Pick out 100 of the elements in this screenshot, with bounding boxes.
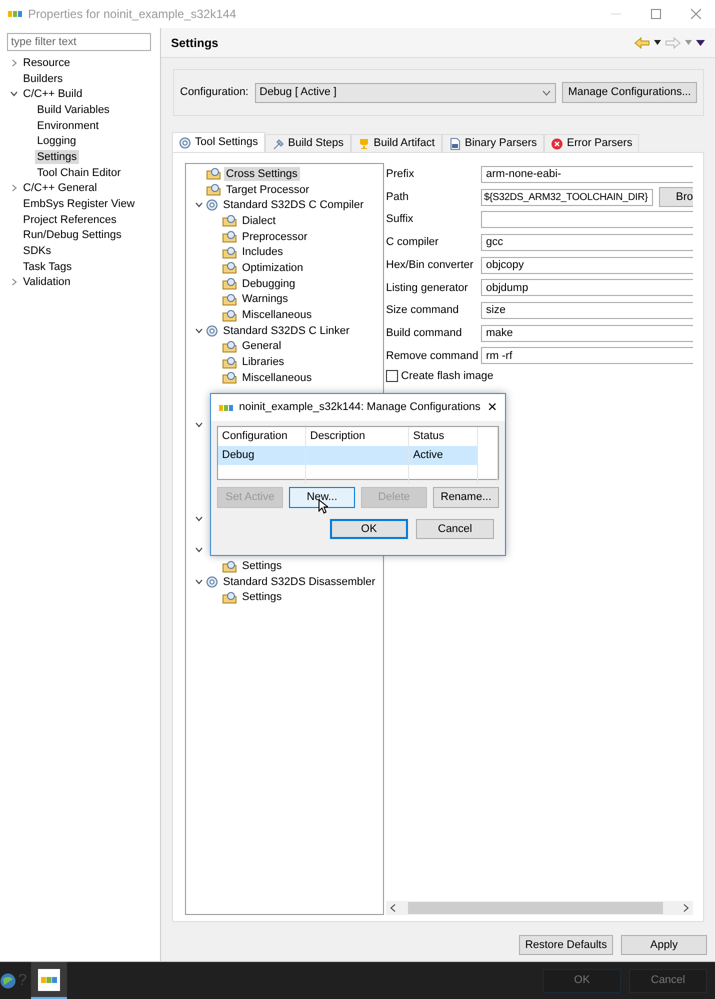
nav-item[interactable]: EmbSys Register View: [21, 197, 137, 212]
dropdown-caret-icon[interactable]: [654, 40, 661, 45]
text-field[interactable]: [481, 211, 693, 228]
chevron-icon: [542, 90, 552, 96]
window-title: Properties for noinit_example_s32k144: [28, 6, 236, 23]
nav-item[interactable]: Project References: [21, 212, 119, 227]
tree-item[interactable]: Standard S32DS C Linker: [221, 324, 352, 338]
scroll-right-icon: [683, 904, 689, 912]
cancel-button[interactable]: Cancel: [629, 968, 707, 992]
folder-gear-icon: [206, 167, 221, 180]
dialog-title: noinit_example_s32k144: Manage Configurations: [239, 400, 481, 416]
nav-item[interactable]: Build Variables: [35, 102, 112, 117]
tree-item[interactable]: General: [240, 339, 284, 354]
error-icon: [550, 138, 563, 150]
tab[interactable]: Build Steps: [264, 134, 351, 152]
hammer-icon: [272, 138, 284, 150]
tab[interactable]: Error Parsers: [544, 134, 640, 152]
horizontal-scrollbar[interactable]: [386, 901, 693, 915]
folder-gear-icon: [222, 292, 237, 306]
field-label: Suffix: [386, 212, 414, 228]
nav-item[interactable]: Resource: [21, 56, 72, 70]
tree-item[interactable]: Target Processor: [224, 182, 312, 197]
tab[interactable]: Binary Parsers: [442, 134, 544, 152]
tree-item[interactable]: Debugging: [240, 276, 298, 291]
field-label: Build command: [386, 326, 463, 341]
configuration-label: Configuration:: [180, 85, 248, 100]
text-field[interactable]: gcc: [481, 234, 693, 251]
logo-icon: [38, 968, 60, 990]
text-field[interactable]: rm -rf: [481, 347, 693, 364]
text-field[interactable]: ${S32DS_ARM32_TOOLCHAIN_DIR}: [481, 188, 653, 206]
logo-icon: [8, 10, 22, 18]
folder-gear-icon: [222, 246, 237, 259]
tree-item[interactable]: Miscellaneous: [240, 308, 314, 322]
dialog-button[interactable]: OK: [330, 519, 408, 539]
tab[interactable]: Tool Settings: [172, 132, 265, 152]
text-field[interactable]: objdump: [481, 279, 693, 296]
field-label: Path: [386, 190, 410, 205]
dialog-button[interactable]: Cancel: [416, 519, 494, 539]
configuration-dropdown[interactable]: Debug [ Active ]: [254, 82, 556, 102]
tree-item[interactable]: Standard S32DS Disassembler: [221, 574, 378, 589]
tree-item[interactable]: Miscellaneous: [240, 370, 314, 385]
gear-icon: [206, 576, 218, 588]
folder-gear-icon: [222, 308, 237, 322]
view-menu-icon[interactable]: [696, 40, 705, 46]
globe-icon[interactable]: [0, 972, 16, 988]
tree-item[interactable]: Dialect: [240, 214, 278, 228]
dialog-button[interactable]: New...: [289, 487, 355, 508]
tree-item[interactable]: Warnings: [240, 292, 290, 306]
tree-item[interactable]: Preprocessor: [240, 230, 310, 244]
tree-item[interactable]: Settings: [240, 559, 284, 574]
folder-gear-icon: [222, 371, 237, 384]
text-field[interactable]: make: [481, 324, 693, 342]
gear-icon: [206, 324, 218, 337]
nav-item[interactable]: Builders: [21, 72, 65, 86]
trophy-icon: [358, 138, 370, 150]
manage-configurations-button[interactable]: Manage Configurations...: [562, 82, 697, 103]
text-field[interactable]: objcopy: [481, 256, 693, 274]
folder-gear-icon: [222, 214, 237, 228]
nav-item[interactable]: Environment: [35, 118, 101, 133]
text-field[interactable]: arm-none-eabi-: [481, 166, 693, 183]
folder-gear-icon: [222, 261, 237, 274]
gear-icon: [206, 199, 218, 212]
checkbox-label: Create flash image: [401, 368, 494, 384]
nav-item[interactable]: Task Tags: [21, 260, 74, 274]
mouse-cursor-icon: [318, 499, 328, 514]
nav-item[interactable]: Run/Debug Settings: [21, 228, 124, 242]
apply-button[interactable]: Apply: [621, 935, 707, 955]
table-row[interactable]: Debug Active: [218, 446, 498, 465]
tree-item[interactable]: Includes: [240, 245, 285, 260]
logo-icon: [219, 404, 233, 412]
table-cell: Debug: [218, 446, 306, 465]
tree-item[interactable]: Libraries: [240, 355, 286, 370]
nav-item[interactable]: C/C++ General: [21, 181, 99, 196]
tab[interactable]: Build Artifact: [350, 134, 442, 152]
close-icon[interactable]: [691, 9, 701, 19]
nav-item[interactable]: SDKs: [21, 244, 54, 258]
tree-item[interactable]: Settings: [240, 590, 284, 604]
tree-item[interactable]: Optimization: [240, 260, 306, 275]
restore-defaults-button[interactable]: Restore Defaults: [519, 935, 613, 955]
tree-item[interactable]: Standard S32DS C Compiler: [221, 198, 366, 212]
nav-item[interactable]: Logging: [35, 134, 78, 148]
tree-item[interactable]: Cross Settings: [224, 166, 300, 181]
folder-gear-icon: [222, 590, 237, 604]
folder-gear-icon: [222, 277, 237, 290]
filter-field[interactable]: type filter text: [7, 33, 151, 51]
maximize-icon[interactable]: [651, 9, 661, 19]
nav-item[interactable]: C/C++ Build: [21, 87, 84, 102]
taskbar-app-button[interactable]: [30, 962, 67, 999]
ok-button[interactable]: OK: [543, 968, 621, 992]
nav-item[interactable]: Tool Chain Editor: [35, 166, 123, 180]
field-label: Prefix: [386, 167, 416, 182]
nav-item[interactable]: Settings: [35, 150, 79, 164]
close-button[interactable]: ×: [488, 400, 497, 416]
text-field[interactable]: size: [481, 302, 693, 319]
nav-item[interactable]: Validation: [21, 275, 72, 290]
page-title: Settings: [171, 34, 218, 52]
field-label: Remove command: [386, 348, 480, 364]
browse-button[interactable]: Bro: [659, 187, 693, 208]
checkbox[interactable]: [386, 370, 398, 382]
dialog-button[interactable]: Rename...: [433, 487, 499, 508]
